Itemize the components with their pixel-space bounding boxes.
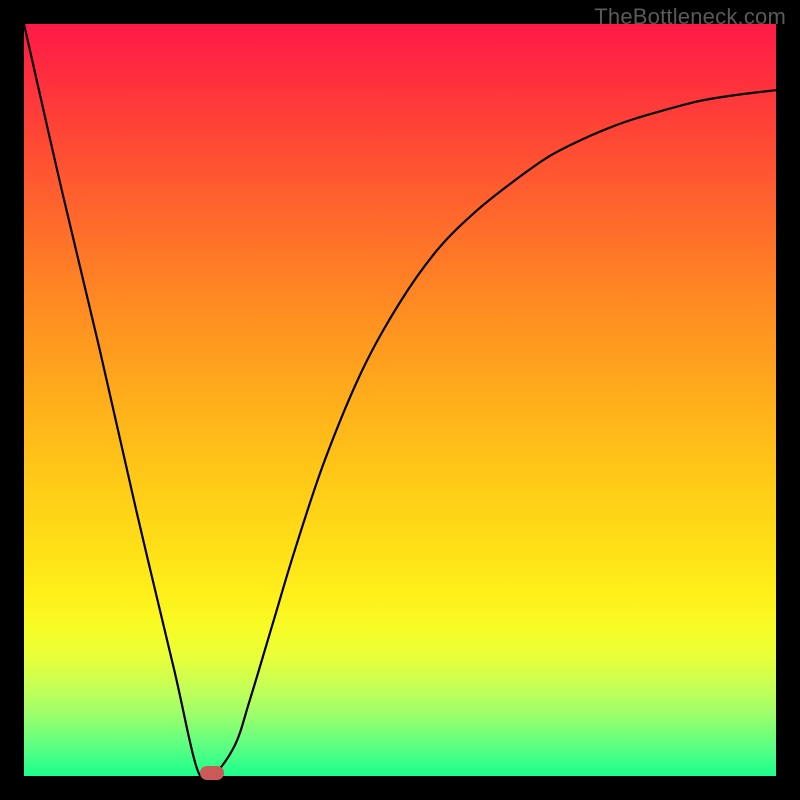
curve-layer	[24, 24, 776, 776]
plot-area	[24, 24, 776, 776]
bottleneck-curve	[24, 24, 776, 780]
chart-frame: TheBottleneck.com	[0, 0, 800, 800]
optimal-point-marker	[200, 766, 224, 780]
watermark-text: TheBottleneck.com	[594, 4, 786, 30]
